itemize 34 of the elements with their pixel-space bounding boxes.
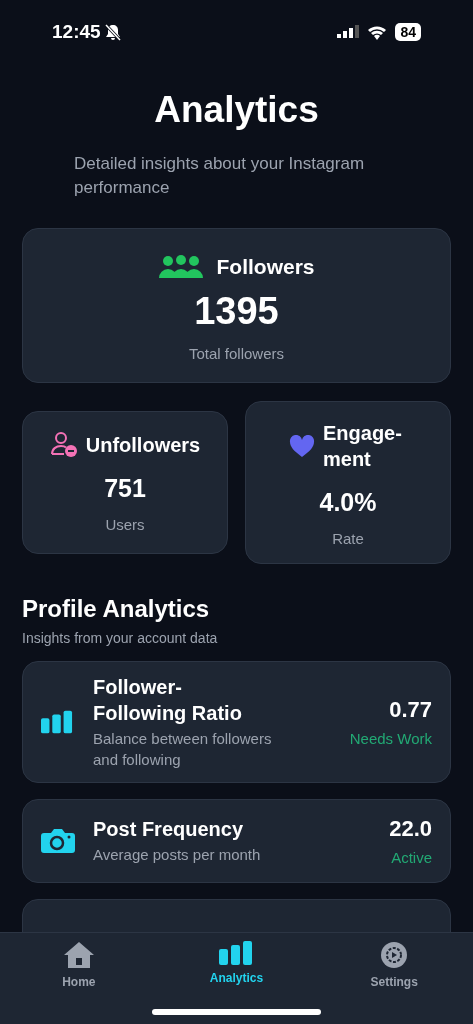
metric-status: Active xyxy=(391,848,432,868)
metric-value: 0.77 xyxy=(389,696,432,725)
tab-item[interactable]: Analytics xyxy=(186,941,287,993)
metric-description: Average posts per month xyxy=(93,845,262,866)
card-caption: Total followers xyxy=(188,343,284,364)
metric-description: Balance between followers and following xyxy=(93,729,273,770)
bell-muted-icon xyxy=(104,23,121,41)
bar-chart-icon xyxy=(219,941,254,965)
card-caption: Users xyxy=(105,514,145,535)
card-value: 4.0% xyxy=(319,487,377,518)
tab-item[interactable]: Settings xyxy=(344,941,445,993)
section-title: Profile Analytics xyxy=(22,594,211,624)
wifi-icon xyxy=(367,24,388,40)
bar-chart-icon xyxy=(41,710,73,734)
metric-value: 22.0 xyxy=(389,815,432,843)
battery-icon: 84 xyxy=(395,23,421,41)
section-subtitle: Insights from your account data xyxy=(22,629,219,648)
camera-icon xyxy=(41,827,75,854)
card-label: Engage-ment xyxy=(323,421,403,472)
card-value: 751 xyxy=(104,473,146,504)
settings-icon xyxy=(380,941,409,969)
card-label: Followers xyxy=(216,254,315,280)
metric-title: Follower-Following Ratio xyxy=(93,675,243,726)
card-label: Unfollowers xyxy=(85,433,201,458)
status-time: 12:45 xyxy=(52,19,101,44)
metric-title: Post Frequency xyxy=(93,817,245,843)
home-icon xyxy=(62,941,95,969)
page-subtitle: Detailed insights about your Instagram performance xyxy=(73,153,366,199)
metric-status: Needs Work xyxy=(349,729,432,750)
tab-item[interactable]: Home xyxy=(28,941,129,993)
page-title: Analytics xyxy=(153,88,320,132)
card-value: 1395 xyxy=(194,288,279,334)
signal-icon xyxy=(337,25,360,39)
card-caption: Rate xyxy=(332,528,364,549)
